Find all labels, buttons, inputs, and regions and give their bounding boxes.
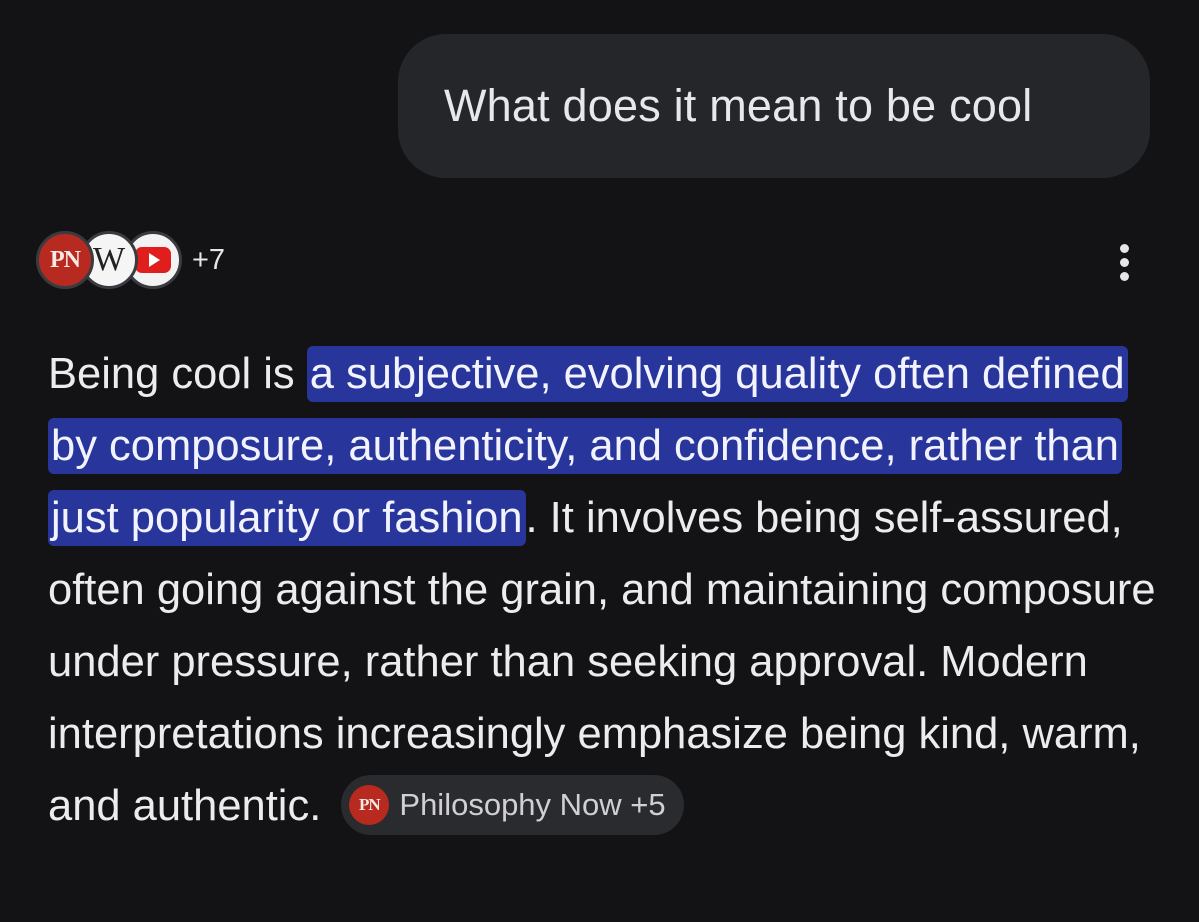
menu-dot: [1119, 257, 1129, 267]
user-message-bubble: What does it mean to be cool: [398, 34, 1150, 178]
philosophy-now-icon: PN: [349, 784, 390, 825]
menu-dot: [1119, 243, 1129, 253]
user-query-text: What does it mean to be cool: [444, 80, 1033, 131]
more-options-button[interactable]: [1100, 236, 1148, 288]
wikipedia-icon-label: W: [92, 241, 126, 278]
play-icon: [149, 253, 160, 267]
ai-answer-text: Being cool is a subjective, evolving qua…: [48, 338, 1168, 842]
more-sources-count[interactable]: +7: [192, 244, 225, 277]
citation-chip[interactable]: PN Philosophy Now +5: [341, 774, 684, 835]
sources-row[interactable]: PN W +7: [36, 228, 225, 292]
philosophy-now-icon[interactable]: PN: [36, 231, 94, 289]
answer-lead-text: Being cool is: [48, 350, 307, 398]
menu-dot: [1119, 271, 1129, 281]
philosophy-now-icon-label: PN: [50, 246, 81, 273]
youtube-logo: [135, 247, 171, 273]
citation-label: Philosophy Now +5: [399, 786, 666, 822]
